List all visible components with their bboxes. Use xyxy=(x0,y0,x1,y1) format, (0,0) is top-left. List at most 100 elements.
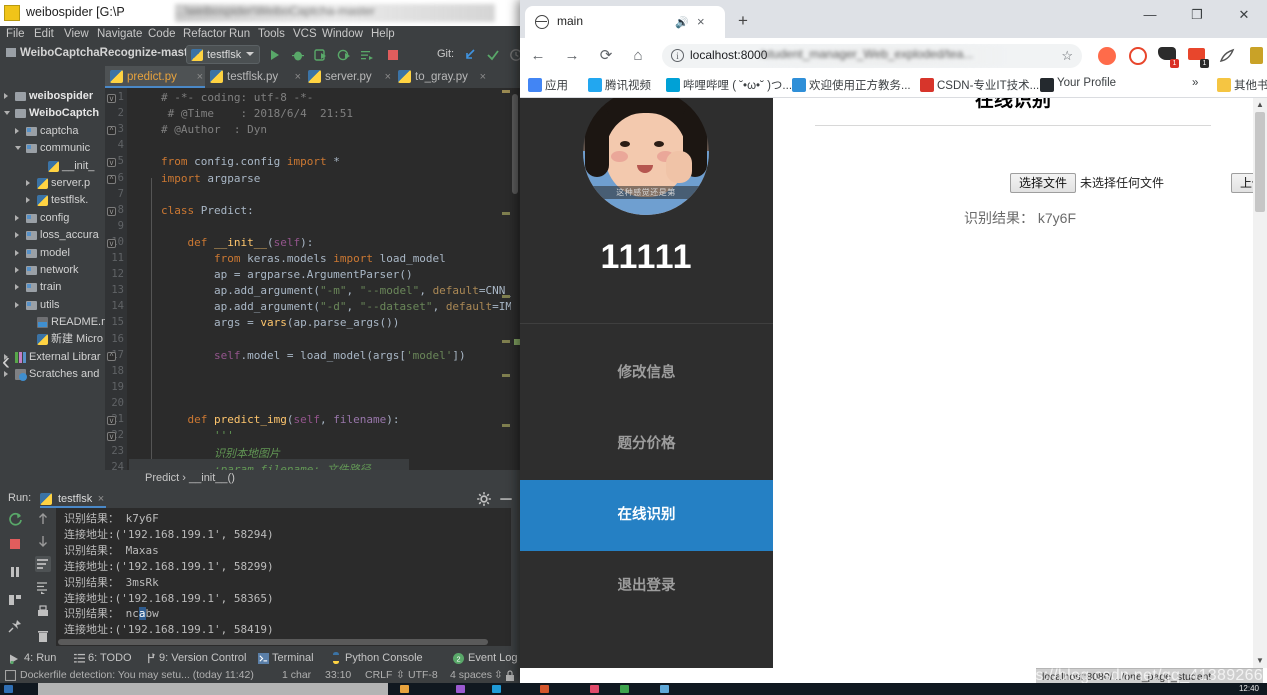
tree-item[interactable]: 新建 Micro xyxy=(0,331,105,348)
code-line[interactable]: # @Author : Dyn xyxy=(161,123,267,136)
project-tool-window[interactable]: weibospider WeiboCaptch captcha communic __i… xyxy=(0,88,105,486)
stop-icon[interactable] xyxy=(7,536,23,552)
tree-item[interactable]: config xyxy=(0,210,105,227)
close-icon[interactable]: × xyxy=(295,66,301,88)
hide-panel-icon[interactable] xyxy=(498,491,514,507)
home-icon[interactable]: ⌂ xyxy=(628,46,648,66)
code-line[interactable]: ''' xyxy=(161,429,234,442)
editor-tab-to-gray[interactable]: to_gray.py × xyxy=(393,66,488,88)
fold-marker-icon[interactable]: ^ xyxy=(107,126,116,136)
tree-item[interactable]: server.p xyxy=(0,175,105,192)
status-caret-pos[interactable]: 33:10 xyxy=(325,669,351,681)
chevron-right-icon[interactable] xyxy=(15,249,19,256)
extension-icon-6[interactable] xyxy=(1248,47,1266,65)
chevron-right-icon[interactable] xyxy=(15,127,19,134)
taskbar-app-1[interactable] xyxy=(400,685,409,693)
code-line[interactable]: ap.add_argument("-d", "--dataset", defau… xyxy=(161,300,520,313)
chevron-down-icon[interactable] xyxy=(15,146,21,151)
taskbar-app-5[interactable] xyxy=(590,685,599,693)
reload-icon[interactable]: ⟳ xyxy=(596,46,616,66)
menu-tools[interactable]: Tools xyxy=(258,28,285,40)
fold-marker-icon[interactable]: v xyxy=(107,432,116,442)
tool-window-splitter-icon[interactable]: ‹ xyxy=(2,348,10,376)
bookmark-item[interactable]: CSDN-专业IT技术... xyxy=(920,77,1039,93)
run-tab-testflsk[interactable]: testflsk × xyxy=(40,490,107,508)
extension-icon-2[interactable] xyxy=(1129,47,1147,65)
git-update-icon[interactable] xyxy=(463,48,477,62)
scroll-up-icon[interactable]: ▲ xyxy=(1253,98,1267,112)
close-icon[interactable]: × xyxy=(480,66,486,88)
tree-item[interactable]: utils xyxy=(0,297,105,314)
maximize-icon[interactable]: ❐ xyxy=(1175,0,1219,30)
page-scrollbar-thumb[interactable] xyxy=(1255,112,1265,212)
forward-icon[interactable]: → xyxy=(562,46,582,66)
chevron-updown-icon-2[interactable]: ⇳ xyxy=(494,669,503,681)
tree-item[interactable]: weibospider xyxy=(0,88,105,105)
tree-item[interactable]: captcha xyxy=(0,123,105,140)
address-bar[interactable]: i localhost:8000 /student_manager_Web_ex… xyxy=(662,44,1082,68)
editor-scrollbar-thumb[interactable] xyxy=(512,94,518,194)
arrow-up-icon[interactable] xyxy=(35,511,51,527)
menu-vcs[interactable]: VCS xyxy=(293,28,317,40)
code-line[interactable]: ap = argparse.ArgumentParser() xyxy=(161,268,413,281)
taskbar-active-window[interactable] xyxy=(38,683,388,695)
arrow-down-icon[interactable] xyxy=(35,533,51,549)
taskbar-app-2[interactable] xyxy=(456,685,465,693)
close-icon[interactable]: × xyxy=(197,66,203,88)
sidebar-item-price[interactable]: 题分价格 xyxy=(520,409,773,480)
close-icon[interactable]: ✕ xyxy=(1222,0,1266,30)
chevron-right-icon[interactable] xyxy=(15,284,19,291)
browser-tab-main[interactable]: main 🔊 × xyxy=(525,6,725,38)
fold-marker-icon[interactable]: ^ xyxy=(107,174,116,184)
restore-layout-icon[interactable] xyxy=(7,592,23,608)
speaker-icon[interactable]: 🔊 xyxy=(675,16,689,29)
new-tab-button[interactable]: + xyxy=(738,11,748,31)
run-with-coverage-icon[interactable] xyxy=(314,48,328,62)
soft-wrap-icon[interactable] xyxy=(35,556,51,572)
status-line-sep[interactable]: CRLF xyxy=(365,669,392,681)
menu-edit[interactable]: Edit xyxy=(34,28,54,40)
tree-item[interactable]: External Librar xyxy=(0,349,105,366)
menu-refactor[interactable]: Refactor xyxy=(183,28,226,40)
info-icon[interactable]: i xyxy=(671,49,684,62)
chevron-right-icon[interactable] xyxy=(15,232,19,239)
toolbutton-event-log[interactable]: Event Log xyxy=(468,652,518,664)
chevron-right-icon[interactable] xyxy=(26,179,30,186)
tree-item[interactable]: communic xyxy=(0,140,105,157)
pause-icon[interactable] xyxy=(7,564,23,580)
minimize-icon[interactable]: — xyxy=(1128,0,1172,30)
tree-item[interactable]: train xyxy=(0,279,105,296)
code-line[interactable]: args = vars(ap.parse_args()) xyxy=(161,316,399,329)
sidebar-item-edit-info[interactable]: 修改信息 xyxy=(520,338,773,409)
code-line[interactable]: def __init__(self): xyxy=(161,236,314,249)
choose-file-button[interactable]: 选择文件 xyxy=(1010,173,1077,193)
tree-item[interactable]: loss_accura xyxy=(0,227,105,244)
chevron-right-icon[interactable] xyxy=(15,266,19,273)
code-editor[interactable]: 1 2 3 4 5 6 7 8 9 10 11 12 13 14 15 16 17 18 19 20 21 22 23 24 … xyxy=(105,88,520,486)
chevron-down-icon[interactable] xyxy=(4,111,10,116)
scroll-to-end-icon[interactable] xyxy=(35,580,51,596)
sidebar-item-online-recognize[interactable]: 在线识别 xyxy=(520,480,773,551)
taskbar-start-icon[interactable] xyxy=(4,685,13,693)
taskbar-app-7[interactable] xyxy=(660,685,669,693)
gear-icon[interactable] xyxy=(476,491,492,507)
sidebar-item-logout[interactable]: 退出登录 xyxy=(520,551,773,622)
print-icon[interactable] xyxy=(35,604,51,620)
tree-item[interactable]: Scratches and xyxy=(0,366,105,383)
editor-tab-server[interactable]: server.py × xyxy=(303,66,393,88)
fold-marker-icon[interactable]: v xyxy=(107,416,116,425)
code-line[interactable]: # -*- coding: utf-8 -*- xyxy=(161,91,313,104)
fold-marker-icon[interactable]: v xyxy=(107,94,116,103)
tree-item[interactable]: network xyxy=(0,262,105,279)
editor-tab-predict[interactable]: predict.py × xyxy=(105,66,205,88)
extension-icon-1[interactable] xyxy=(1098,47,1116,65)
stop-icon[interactable] xyxy=(386,48,400,62)
chevron-right-icon[interactable] xyxy=(4,93,8,99)
run-configuration-selector[interactable]: testflsk xyxy=(186,45,260,64)
toolbutton-terminal[interactable]: Terminal xyxy=(272,652,314,664)
extension-icon-4[interactable]: 1 xyxy=(1188,47,1209,68)
fold-marker-icon[interactable]: v xyxy=(107,206,116,216)
menu-run[interactable]: Run xyxy=(229,28,250,40)
trash-icon[interactable] xyxy=(35,628,51,644)
toolbutton-run[interactable]: 4: Run xyxy=(24,652,56,664)
